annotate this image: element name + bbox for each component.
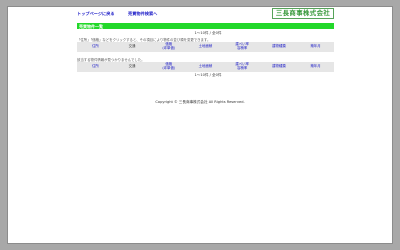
result-count-bottom: 1～10件 / 全0件 <box>194 73 222 77</box>
sort-column-4[interactable]: 建ぺい率 容積率 <box>223 62 261 72</box>
sort-column-label[interactable]: 価格 (坪単価) <box>162 62 175 70</box>
section-title: 売買物件一覧 <box>79 23 103 29</box>
sort-column-label[interactable]: 土地面積 <box>199 64 213 68</box>
header: トップページに戻る 売買物件検索へ 三長商事株式会社 <box>8 7 392 23</box>
sort-column-label[interactable]: 価格 (坪単価) <box>162 42 175 50</box>
sort-column-5[interactable]: 建物種類 <box>260 42 298 52</box>
browser-window: トップページに戻る 売買物件検索へ 三長商事株式会社 売買物件一覧 1～10件 … <box>7 6 393 244</box>
copyright-footer: Copyright © 三長商事株式会社 All Rights Reserved… <box>155 100 245 104</box>
section-title-bar: 売買物件一覧 <box>77 23 334 29</box>
sort-column-label: 交通 <box>128 44 136 49</box>
sort-column-2[interactable]: 価格 (坪単価) <box>150 62 188 72</box>
property-search-link[interactable]: 売買物件検索へ <box>128 11 157 17</box>
sort-column-label[interactable]: 土地面積 <box>199 44 213 48</box>
sort-column-1: 交通 <box>113 62 151 72</box>
sort-column-0[interactable]: 住所 <box>77 42 114 52</box>
sort-column-6[interactable]: 築年月 <box>297 62 334 72</box>
sort-column-label[interactable]: 築年月 <box>311 44 321 48</box>
company-logo: 三長商事株式会社 <box>272 8 334 19</box>
sort-column-0[interactable]: 住所 <box>77 62 114 72</box>
sort-header-table-top: 住所 交通 価格 (坪単価) 土地面積 建ぺい率 容積率 建物種類 築年月 <box>77 42 334 52</box>
sort-column-label[interactable]: 住所 <box>92 44 99 48</box>
sort-column-label[interactable]: 建物種類 <box>272 64 286 68</box>
sort-column-3[interactable]: 土地面積 <box>187 62 224 72</box>
sort-column-4[interactable]: 建ぺい率 容積率 <box>223 42 261 52</box>
sort-header-table-bottom: 住所 交通 価格 (坪単価) 土地面積 建ぺい率 容積率 建物種類 築年月 <box>77 62 334 72</box>
sort-column-label[interactable]: 建物種類 <box>272 44 286 48</box>
sort-column-1: 交通 <box>113 42 151 52</box>
sort-column-3[interactable]: 土地面積 <box>187 42 224 52</box>
back-to-top-link[interactable]: トップページに戻る <box>77 11 115 17</box>
sort-header-row: 住所 交通 価格 (坪単価) 土地面積 建ぺい率 容積率 建物種類 築年月 <box>77 62 334 72</box>
sort-header-row: 住所 交通 価格 (坪単価) 土地面積 建ぺい率 容積率 建物種類 築年月 <box>77 42 334 52</box>
sort-column-label[interactable]: 建ぺい率 容積率 <box>235 42 249 50</box>
sort-column-2[interactable]: 価格 (坪単価) <box>150 42 188 52</box>
sort-column-label[interactable]: 住所 <box>92 64 99 68</box>
sort-column-label[interactable]: 建ぺい率 容積率 <box>235 62 249 70</box>
sort-column-6[interactable]: 築年月 <box>297 42 334 52</box>
sort-column-label: 交通 <box>128 64 136 69</box>
sort-column-label[interactable]: 築年月 <box>311 64 321 68</box>
sort-column-5[interactable]: 建物種類 <box>260 62 298 72</box>
result-count-top: 1～10件 / 全0件 <box>194 31 222 35</box>
